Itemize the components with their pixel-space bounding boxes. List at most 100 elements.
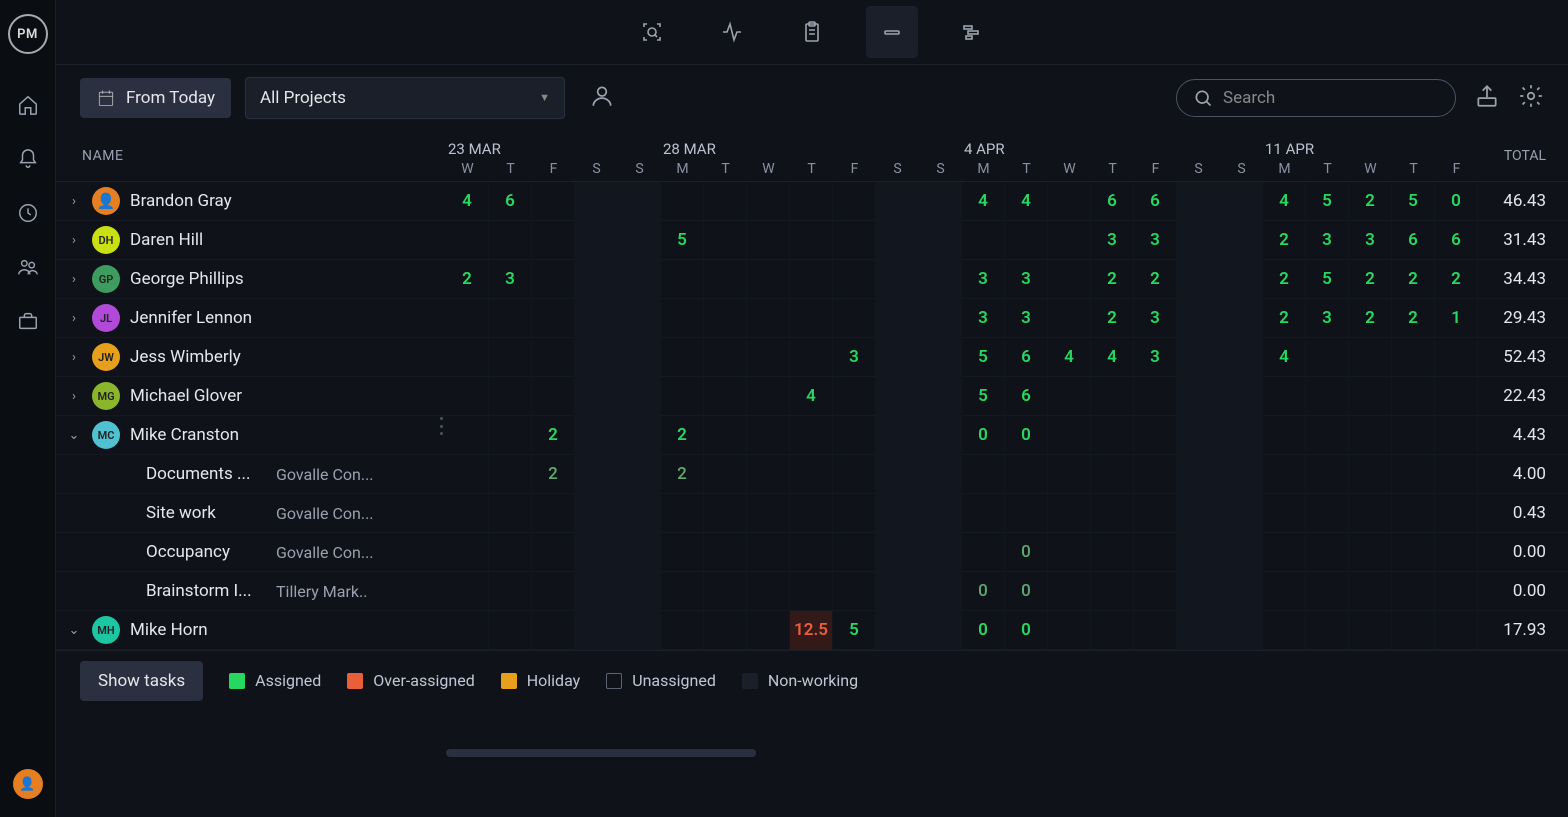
- workload-cell[interactable]: [661, 299, 704, 338]
- workload-cell[interactable]: [704, 455, 747, 494]
- workload-cell[interactable]: [661, 611, 704, 650]
- workload-cell[interactable]: 0: [1005, 416, 1048, 455]
- workload-cell[interactable]: [575, 299, 618, 338]
- workload-cell[interactable]: [833, 260, 876, 299]
- workload-cell[interactable]: [618, 572, 661, 611]
- workload-cell[interactable]: [876, 572, 919, 611]
- workload-cell[interactable]: [790, 182, 833, 221]
- workload-cell[interactable]: [489, 416, 532, 455]
- workload-cell[interactable]: [1177, 221, 1220, 260]
- workload-cell[interactable]: [833, 572, 876, 611]
- workload-cell[interactable]: [618, 299, 661, 338]
- search-input[interactable]: Search: [1176, 79, 1456, 117]
- workload-cell[interactable]: [446, 416, 489, 455]
- workload-cell[interactable]: [532, 299, 575, 338]
- workload-cell[interactable]: 3: [1134, 299, 1177, 338]
- briefcase-icon[interactable]: [15, 308, 41, 334]
- workload-cell[interactable]: [919, 260, 962, 299]
- workload-cell[interactable]: [1048, 455, 1091, 494]
- workload-cell[interactable]: [446, 455, 489, 494]
- workload-cell[interactable]: [1177, 377, 1220, 416]
- workload-cell[interactable]: [919, 533, 962, 572]
- workload-cell[interactable]: [1005, 221, 1048, 260]
- workload-cell[interactable]: 3: [1349, 221, 1392, 260]
- workload-cell[interactable]: [489, 299, 532, 338]
- workload-cell[interactable]: 6: [489, 182, 532, 221]
- settings-gear-icon[interactable]: [1518, 83, 1544, 113]
- workload-cell[interactable]: [1349, 338, 1392, 377]
- workload-cell[interactable]: [1220, 494, 1263, 533]
- workload-cell[interactable]: [618, 221, 661, 260]
- workload-cell[interactable]: [618, 533, 661, 572]
- workload-cell[interactable]: [919, 494, 962, 533]
- workload-cell[interactable]: [661, 182, 704, 221]
- workload-cell[interactable]: [489, 377, 532, 416]
- workload-cell[interactable]: 3: [962, 260, 1005, 299]
- workload-cell[interactable]: [833, 377, 876, 416]
- workload-cell[interactable]: [876, 299, 919, 338]
- workload-cell[interactable]: [1306, 572, 1349, 611]
- workload-cell[interactable]: [790, 260, 833, 299]
- workload-cell[interactable]: 3: [1091, 221, 1134, 260]
- workload-cell[interactable]: [747, 221, 790, 260]
- workload-cell[interactable]: 2: [1392, 299, 1435, 338]
- workload-cell[interactable]: [575, 338, 618, 377]
- workload-cell[interactable]: 2: [1091, 260, 1134, 299]
- workload-cell[interactable]: [1349, 416, 1392, 455]
- expand-chevron-icon[interactable]: ›: [66, 194, 82, 209]
- workload-cell[interactable]: [661, 572, 704, 611]
- workload-cell[interactable]: 5: [661, 221, 704, 260]
- workload-cell[interactable]: [790, 494, 833, 533]
- workload-cell[interactable]: 0: [962, 416, 1005, 455]
- workload-cell[interactable]: 0: [1435, 182, 1478, 221]
- workload-cell[interactable]: [1005, 494, 1048, 533]
- workload-cell[interactable]: [704, 338, 747, 377]
- workload-cell[interactable]: [446, 494, 489, 533]
- workload-cell[interactable]: [704, 377, 747, 416]
- workload-cell[interactable]: 2: [1134, 260, 1177, 299]
- workload-cell[interactable]: [532, 182, 575, 221]
- workload-cell[interactable]: [919, 455, 962, 494]
- workload-cell[interactable]: [876, 260, 919, 299]
- workload-cell[interactable]: 2: [1349, 260, 1392, 299]
- workload-cell[interactable]: [1177, 182, 1220, 221]
- workload-cell[interactable]: [489, 533, 532, 572]
- workload-cell[interactable]: 3: [1005, 299, 1048, 338]
- workload-cell[interactable]: [962, 533, 1005, 572]
- workload-cell[interactable]: [1134, 494, 1177, 533]
- workload-cell[interactable]: [446, 572, 489, 611]
- person-name[interactable]: Brandon Gray: [130, 191, 232, 211]
- person-filter-icon[interactable]: [589, 83, 615, 113]
- workload-cell[interactable]: 2: [1392, 260, 1435, 299]
- workload-cell[interactable]: [1220, 416, 1263, 455]
- workload-cell[interactable]: 4: [1263, 338, 1306, 377]
- workload-cell[interactable]: [919, 299, 962, 338]
- workload-cell[interactable]: 2: [1091, 299, 1134, 338]
- workload-cell[interactable]: [1263, 455, 1306, 494]
- show-tasks-button[interactable]: Show tasks: [80, 661, 203, 701]
- workload-cell[interactable]: [747, 299, 790, 338]
- workload-cell[interactable]: [1048, 182, 1091, 221]
- expand-chevron-icon[interactable]: ›: [66, 350, 82, 365]
- workload-cell[interactable]: [618, 260, 661, 299]
- workload-cell[interactable]: [790, 455, 833, 494]
- workload-cell[interactable]: [833, 533, 876, 572]
- workload-cell[interactable]: [747, 533, 790, 572]
- task-name[interactable]: Occupancy: [146, 542, 266, 562]
- workload-cell[interactable]: [1349, 377, 1392, 416]
- workload-cell[interactable]: [489, 338, 532, 377]
- workload-cell[interactable]: [1177, 494, 1220, 533]
- workload-cell[interactable]: [876, 182, 919, 221]
- workload-cell[interactable]: [489, 572, 532, 611]
- task-name[interactable]: Site work: [146, 503, 266, 523]
- workload-cell[interactable]: [446, 377, 489, 416]
- workload-cell[interactable]: [1177, 299, 1220, 338]
- workload-cell[interactable]: [747, 182, 790, 221]
- workload-cell[interactable]: [876, 338, 919, 377]
- workload-cell[interactable]: [1220, 377, 1263, 416]
- workload-cell[interactable]: 3: [1306, 299, 1349, 338]
- workload-cell[interactable]: 2: [1349, 182, 1392, 221]
- workload-cell[interactable]: 2: [532, 455, 575, 494]
- workload-cell[interactable]: 1: [1435, 299, 1478, 338]
- workload-cell[interactable]: 6: [1134, 182, 1177, 221]
